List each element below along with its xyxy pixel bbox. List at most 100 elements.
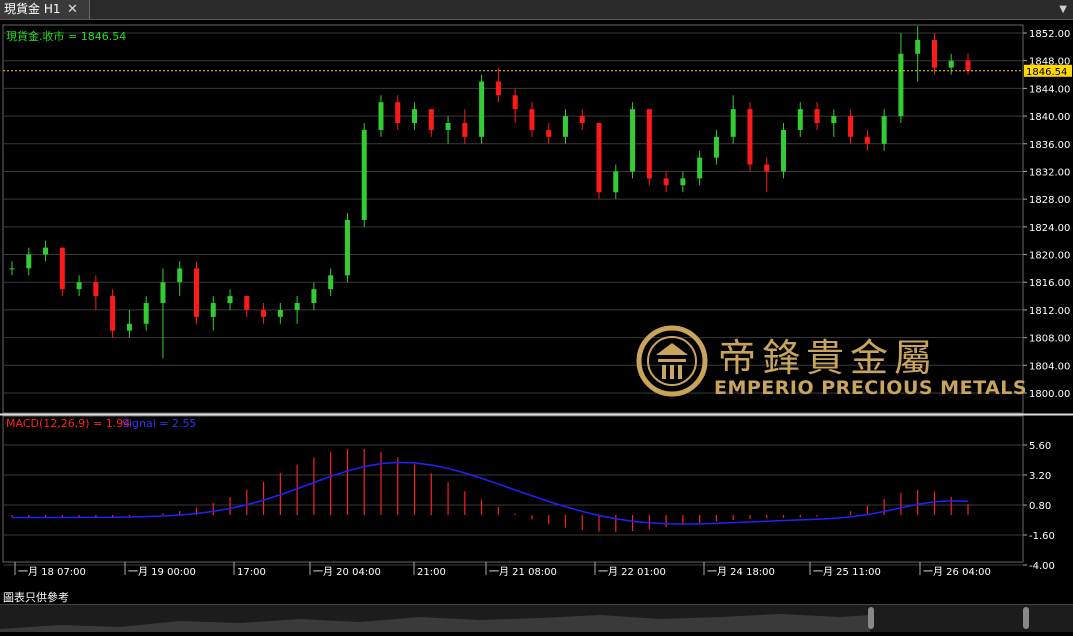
candle-body <box>277 309 283 317</box>
candle-body <box>814 109 820 123</box>
candle-body <box>395 102 401 123</box>
candle-body <box>646 109 652 179</box>
price-tick-label: 1820.00 <box>1029 251 1070 262</box>
main-legend: 現貨金.收市 = 1846.54 <box>6 29 126 43</box>
price-tick-label: 1824.00 <box>1029 223 1070 234</box>
chevron-down-icon[interactable]: ▼ <box>1059 0 1067 19</box>
candle-body <box>697 157 703 179</box>
signal-line <box>11 461 969 525</box>
candle-body <box>9 268 15 270</box>
candle-body <box>613 171 619 193</box>
candle-body <box>764 164 770 172</box>
candle-body <box>831 116 837 123</box>
candle-body <box>898 53 904 117</box>
candle-body <box>663 178 669 186</box>
candle-body <box>43 247 49 255</box>
candle-body <box>378 102 384 130</box>
price-tick-label: 1808.00 <box>1029 334 1070 345</box>
price-tick-label: 1816.00 <box>1029 278 1070 289</box>
candle-body <box>848 116 854 137</box>
navigator-svg[interactable] <box>0 605 1073 632</box>
candle-body <box>244 296 250 310</box>
macd-tick-label: 3.20 <box>1029 471 1051 482</box>
logo-english-text: EMPERIO PRECIOUS METALS <box>714 377 1028 399</box>
chart-navigator[interactable] <box>0 604 1073 632</box>
navigator-handle-left[interactable] <box>868 607 874 629</box>
time-tick-label: 一月 22 01:00 <box>598 566 666 578</box>
time-tick-label: 一月 21 08:00 <box>489 566 557 578</box>
candle-body <box>881 116 887 144</box>
logo-emblem-icon <box>636 325 708 397</box>
candle-body <box>412 109 418 123</box>
logo-chinese-text: 帝鋒貴金屬 <box>718 336 939 380</box>
candle-body <box>76 282 82 290</box>
price-tick-label: 1852.00 <box>1029 29 1070 40</box>
candle-body <box>579 116 585 123</box>
candle-body <box>562 116 568 137</box>
time-tick-label: 一月 26 04:00 <box>923 566 991 578</box>
price-tick-label: 1832.00 <box>1029 167 1070 178</box>
signal-legend: Signal = 2.55 <box>122 417 197 430</box>
candle-body <box>110 296 116 331</box>
candle-body <box>26 254 32 269</box>
chart-area[interactable]: 1852.00 1848.00 1844.00 1840.00 1836.00 1832.… <box>0 20 1073 603</box>
macd-tick-label: -1.60 <box>1029 531 1055 542</box>
candle-body <box>630 109 636 172</box>
candle-body <box>261 309 267 317</box>
brand-logo: 帝鋒貴金屬 EMPERIO PRECIOUS METALS <box>636 325 1027 405</box>
candle-body <box>361 129 367 220</box>
candle-body <box>428 109 434 130</box>
candle-body <box>529 109 535 130</box>
candle-body <box>948 60 954 68</box>
candle-body <box>747 109 753 165</box>
time-tick-label: 一月 20 04:00 <box>313 566 381 578</box>
time-tick-label: 一月 25 11:00 <box>813 566 881 578</box>
tab-label: 現貨金 H1 <box>4 2 61 16</box>
tab-chart[interactable]: 現貨金 H1 ✕ <box>0 0 90 19</box>
candle-body <box>344 219 350 276</box>
candle-body <box>546 129 552 137</box>
candle-body <box>193 268 199 317</box>
candle-body <box>93 282 99 297</box>
price-tick-label: 1836.00 <box>1029 140 1070 151</box>
candle-body <box>680 178 686 186</box>
candle-body <box>445 123 451 130</box>
time-tick-label: 一月 18 07:00 <box>18 566 86 578</box>
candle-body <box>59 247 65 290</box>
candle-body <box>781 129 787 172</box>
candle-body <box>864 136 870 144</box>
candle-body <box>294 303 300 310</box>
macd-tick-label: 0.80 <box>1029 501 1051 512</box>
candle-body <box>596 123 602 193</box>
time-tick-label: 一月 19 00:00 <box>128 566 196 578</box>
price-tick-label: 1812.00 <box>1029 306 1070 317</box>
candle-body <box>227 296 233 303</box>
candle-body <box>512 95 518 110</box>
candle-body <box>160 282 166 303</box>
candle-body <box>126 323 132 331</box>
disclaimer-text: 圖表只供參考 <box>3 591 69 604</box>
candle-body <box>328 275 334 290</box>
candle-body <box>479 81 485 137</box>
price-tick-label: 1828.00 <box>1029 195 1070 206</box>
tab-bar: 現貨金 H1 ✕ ▼ <box>0 0 1073 20</box>
candle-body <box>730 109 736 137</box>
candle-body <box>462 123 468 137</box>
time-tick-label: 一月 24 18:00 <box>707 566 775 578</box>
candle-body <box>495 81 501 96</box>
price-tick-label: 1800.00 <box>1029 389 1070 400</box>
candle-body <box>311 289 317 303</box>
candle-body <box>713 136 719 158</box>
macd-tick-label: 5.60 <box>1029 441 1051 452</box>
price-tick-label: 1844.00 <box>1029 84 1070 95</box>
close-icon[interactable]: ✕ <box>67 0 78 19</box>
time-tick-label: 17:00 <box>237 567 266 578</box>
macd-tick-label: -4.00 <box>1029 561 1055 572</box>
navigator-handle-right[interactable] <box>1023 607 1029 629</box>
chart-svg[interactable]: 1852.001848.001844.001840.001836.001832.… <box>0 20 1073 603</box>
candle-body <box>931 39 937 68</box>
navigator-overview <box>0 614 870 632</box>
candle-body <box>177 268 183 283</box>
candle-body <box>965 60 971 71</box>
candle-body <box>210 303 216 317</box>
